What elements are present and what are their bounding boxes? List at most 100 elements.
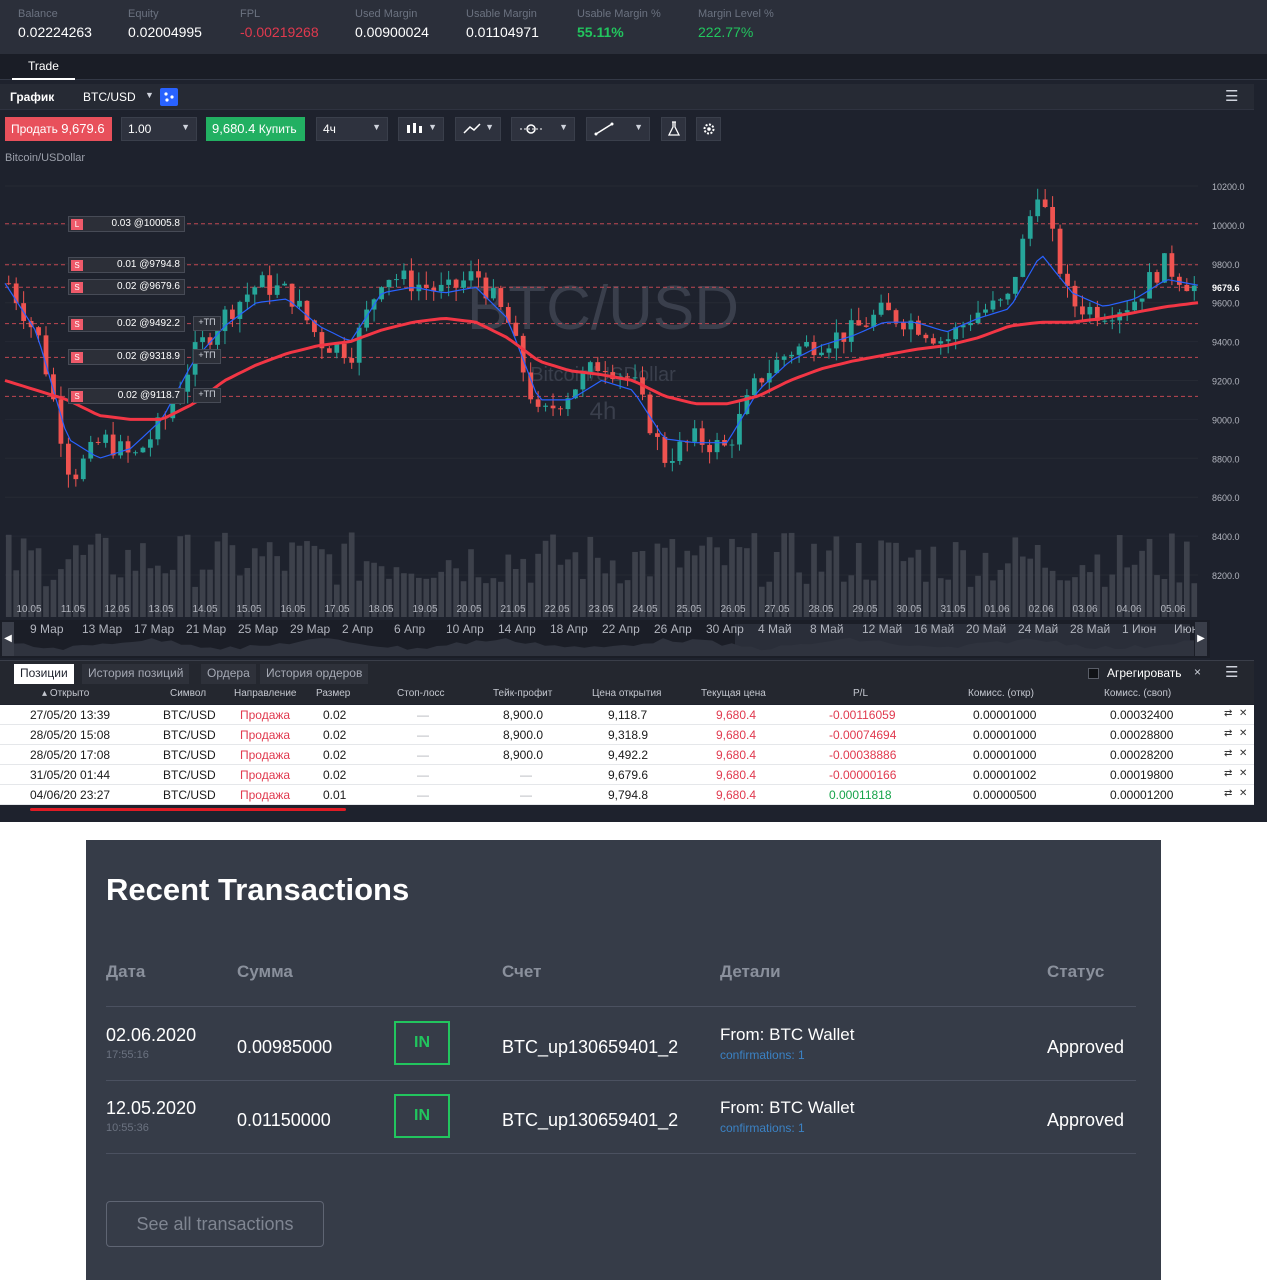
tx-time: 17:55:16: [106, 1049, 149, 1061]
candle-body: [714, 440, 720, 453]
compare-icon[interactable]: [160, 88, 178, 106]
col-opened[interactable]: ▴ Открыто: [42, 688, 89, 699]
volume-bar: [140, 543, 146, 617]
volume-bar: [177, 536, 184, 617]
candle-body: [1042, 199, 1048, 208]
add-take-profit-button[interactable]: +ТП: [193, 315, 221, 331]
col-current-price[interactable]: Текущая цена: [701, 688, 766, 699]
col-symbol[interactable]: Символ: [170, 688, 206, 699]
symbol-select[interactable]: BTC/USD: [83, 90, 136, 104]
menu-icon[interactable]: ☰: [1225, 87, 1238, 105]
cell-size: 0.02: [323, 748, 347, 762]
table-row[interactable]: 31/05/20 01:44 BTC/USD Продажа 0.02 — — 9,679.…: [0, 765, 1254, 785]
buy-button[interactable]: 9,680.4 Купить: [206, 117, 305, 141]
date-axis-label: 02.06: [1028, 604, 1053, 615]
navigator-left-arrow[interactable]: ◀: [2, 622, 14, 656]
add-take-profit-button[interactable]: +ТП: [193, 388, 221, 404]
add-take-profit-button[interactable]: +ТП: [193, 349, 221, 365]
col-pl[interactable]: P/L: [853, 688, 868, 699]
tx-direction-badge: IN: [394, 1021, 450, 1065]
close-position-icon[interactable]: ✕: [1239, 708, 1247, 719]
col-commission-swap[interactable]: Комисс. (своп): [1104, 688, 1171, 699]
order-tag[interactable]: S 0.02 @9118.7: [68, 388, 185, 405]
edit-icon[interactable]: ⇄: [1224, 788, 1232, 799]
col-take-profit[interactable]: Тейк-профит: [493, 688, 552, 699]
order-type-badge: S: [71, 318, 83, 330]
cell-size: 0.02: [323, 728, 347, 742]
tab-orders[interactable]: Ордера: [201, 664, 256, 684]
candle-body: [1012, 276, 1018, 294]
volume-bar: [535, 553, 541, 617]
tab-order-history[interactable]: История ордеров: [260, 664, 369, 684]
volume-bar: [706, 537, 713, 617]
edit-icon[interactable]: ⇄: [1224, 748, 1232, 759]
used-margin-value: 0.00900024: [355, 24, 429, 40]
aggregate-checkbox[interactable]: [1088, 668, 1099, 679]
volume-bar: [266, 542, 273, 617]
usable-margin-pct-label: Usable Margin %: [577, 8, 661, 20]
table-row[interactable]: 28/05/20 15:08 BTC/USD Продажа 0.02 — 8,900.0…: [0, 725, 1254, 745]
navigator-right-arrow[interactable]: ▶: [1195, 622, 1207, 656]
candle-body: [386, 279, 392, 288]
timeframe-value: 4ч: [323, 122, 336, 136]
price-chart[interactable]: Bitcoin/USDollar BTC/USD Bitcoin/USDolla…: [0, 146, 1254, 658]
order-tag[interactable]: S 0.01 @9794.8: [68, 256, 185, 273]
main-tab-bar: Trade: [0, 54, 1267, 80]
tx-confirmations-link[interactable]: confirmations: 1: [720, 1121, 805, 1135]
tab-positions[interactable]: Позиции: [14, 664, 74, 684]
equity-label: Equity: [128, 8, 159, 20]
timeframe-select[interactable]: 4ч ▼: [316, 117, 388, 141]
tab-trade[interactable]: Trade: [12, 54, 75, 80]
order-tag[interactable]: L 0.03 @10005.8: [68, 215, 185, 232]
quantity-select[interactable]: 1.00 ▼: [121, 117, 197, 141]
aggregate-label: Агрегировать: [1107, 666, 1182, 680]
tx-confirmations-link[interactable]: confirmations: 1: [720, 1048, 805, 1062]
close-position-icon[interactable]: ✕: [1239, 788, 1247, 799]
close-position-icon[interactable]: ✕: [1239, 768, 1247, 779]
navigator-area: [14, 637, 1194, 656]
volume-bar: [1057, 580, 1063, 617]
candle-body: [505, 307, 511, 323]
chart-canvas[interactable]: BTC/USD Bitcoin/USDollar 4h 10200.010000…: [0, 146, 1254, 658]
edit-icon[interactable]: ⇄: [1224, 728, 1232, 739]
cell-size: 0.02: [323, 768, 347, 782]
cell-side: Продажа: [240, 768, 291, 782]
chart-type-select[interactable]: ▼: [398, 117, 444, 141]
drawing-tools-select[interactable]: ▼: [586, 117, 650, 141]
edit-icon[interactable]: ⇄: [1224, 708, 1232, 719]
volume-bar: [967, 586, 974, 617]
table-row[interactable]: 28/05/20 17:08 BTC/USD Продажа 0.02 — 8,900.0…: [0, 745, 1254, 765]
settings-button[interactable]: [696, 117, 721, 141]
account-item-balance: Balance 0.02224263: [18, 8, 92, 40]
chart-navigator[interactable]: 9 Мар 13 Мар 17 Мар 21 Мар 25 Мар 29 Мар 2 Апр…: [0, 620, 1210, 658]
col-size[interactable]: Размер: [316, 688, 350, 699]
edit-icon[interactable]: ⇄: [1224, 768, 1232, 779]
sell-button[interactable]: Продать 9,679.6: [5, 117, 112, 141]
chevron-down-icon[interactable]: ▼: [145, 90, 154, 100]
close-icon[interactable]: ×: [1194, 665, 1201, 679]
volume-bar: [132, 570, 139, 617]
order-tag[interactable]: S 0.02 @9318.9: [68, 349, 185, 366]
date-axis-label: 10.05: [16, 604, 41, 615]
table-row[interactable]: 04/06/20 23:27 BTC/USD Продажа 0.01 — — 9,794.…: [0, 785, 1254, 805]
cursor-select[interactable]: ▼: [511, 117, 575, 141]
close-position-icon[interactable]: ✕: [1239, 728, 1247, 739]
date-axis-label: 23.05: [588, 604, 613, 615]
tab-position-history[interactable]: История позиций: [82, 664, 190, 684]
chevron-down-icon: ▼: [485, 122, 494, 132]
menu-icon[interactable]: ☰: [1225, 663, 1238, 681]
table-row[interactable]: 27/05/20 13:39 BTC/USD Продажа 0.02 — 8,900.0…: [0, 705, 1254, 725]
indicators-select[interactable]: ▼: [455, 117, 501, 141]
close-position-icon[interactable]: ✕: [1239, 748, 1247, 759]
candle-body: [923, 334, 929, 339]
col-direction[interactable]: Направление: [234, 688, 296, 699]
order-tag[interactable]: S 0.02 @9492.2: [68, 315, 185, 332]
col-commission-open[interactable]: Комисс. (откр): [968, 688, 1034, 699]
see-all-transactions-button[interactable]: See all transactions: [106, 1201, 324, 1247]
price-axis-label: 9200.0: [1212, 377, 1240, 387]
flask-button[interactable]: [661, 117, 686, 141]
order-tag[interactable]: S 0.02 @9679.6: [68, 279, 185, 296]
order-type-badge: S: [71, 352, 83, 364]
col-stop-loss[interactable]: Стоп-лосс: [397, 688, 445, 699]
col-open-price[interactable]: Цена открытия: [592, 688, 661, 699]
